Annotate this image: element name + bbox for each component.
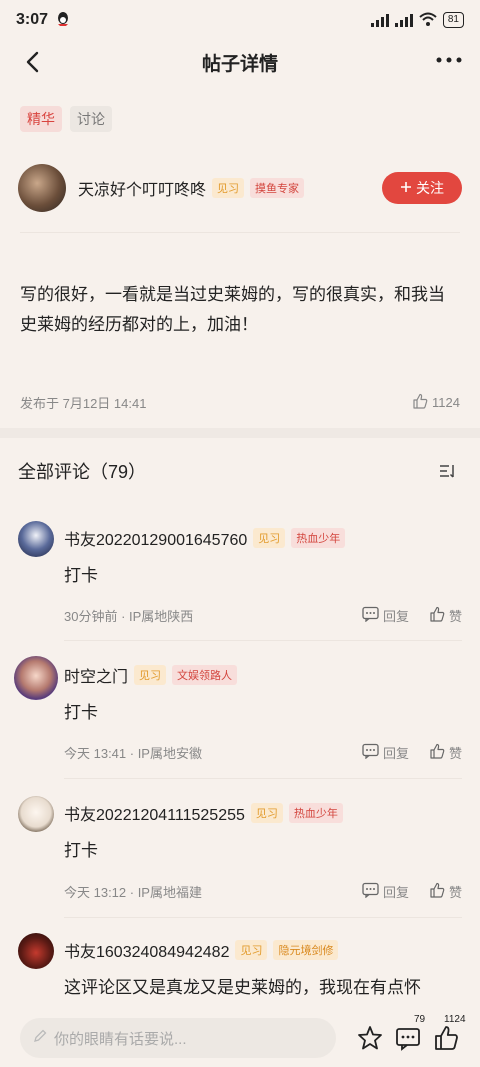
signal-icon (370, 13, 389, 27)
comment-badge-title: 隐元境剑修 (273, 940, 339, 960)
comment-badge-level: 见习 (134, 665, 167, 685)
like-count: 1124 (444, 1014, 466, 1025)
follow-button[interactable]: 关注 (382, 172, 462, 204)
comments-title: 全部评论（79） (18, 462, 147, 482)
reply-icon (362, 882, 379, 901)
post-tags: 精华 讨论 (20, 106, 112, 132)
author-row: 天凉好个叮叮咚咚 见习 摸鱼专家 关注 (18, 164, 462, 212)
tag-taolun[interactable]: 讨论 (70, 106, 112, 132)
post-meta: 发布于 7月12日 14:41 1124 (20, 393, 460, 412)
thumbs-up-icon (412, 393, 428, 412)
comment-avatar[interactable] (18, 933, 54, 969)
thumbs-up-icon (429, 743, 445, 762)
comment-avatar[interactable] (18, 796, 54, 832)
reply-icon (362, 606, 379, 625)
reply-button[interactable]: 回复 (362, 882, 409, 901)
comment-like-button[interactable]: 赞 (429, 743, 462, 762)
tag-jinghua[interactable]: 精华 (20, 106, 62, 132)
like-label: 赞 (448, 746, 462, 761)
star-icon[interactable] (356, 1024, 384, 1052)
comment-item: 书友20220129001645760 见习 热血少年 打卡 30分钟前 · I… (18, 521, 462, 641)
battery-icon: 81 (442, 12, 464, 28)
post-content: 写的很好，一看就是当过史莱姆的，写的很真实，和我当史莱姆的经历都对的上，加油！ (20, 285, 445, 334)
comment-badge-title: 热血少年 (288, 803, 343, 823)
reply-icon (362, 743, 379, 762)
comment-footer: 30分钟前 · IP属地陕西 回复 赞 (64, 606, 462, 625)
comment-item: 书友20221204111525255 见习 热血少年 打卡 今天 13:12 … (18, 796, 462, 918)
comment-separator (64, 917, 462, 918)
comment-count: 79 (414, 1014, 426, 1025)
reply-button[interactable]: 回复 (362, 743, 409, 762)
comment-item: 书友160324084942482 见习 隐元境剑修 这评论区又是真龙又是史莱姆… (18, 933, 462, 1013)
section-divider (0, 428, 480, 438)
comment-separator (64, 778, 462, 779)
comment-avatar[interactable] (14, 656, 58, 700)
more-icon[interactable] (436, 50, 462, 73)
comment-meta: 30分钟前 · IP属地陕西 (64, 609, 194, 624)
comment-meta: 今天 13:12 · IP属地福建 (64, 885, 202, 900)
comment-text: 这评论区又是真龙又是史莱姆的，我现在有点怀 (64, 978, 421, 997)
author-avatar[interactable] (18, 164, 66, 212)
comment-like-button[interactable]: 赞 (429, 882, 462, 901)
follow-label: 关注 (416, 180, 444, 196)
thumbs-up-icon[interactable] (432, 1024, 460, 1052)
comment-text: 打卡 (64, 841, 98, 860)
comment-header: 书友160324084942482 见习 隐元境剑修 (64, 938, 339, 962)
comment-author[interactable]: 书友160324084942482 (64, 938, 229, 962)
reply-label: 回复 (382, 746, 409, 761)
comment-icon[interactable] (394, 1024, 422, 1052)
comment-header: 时空之门 见习 文娱领路人 (64, 663, 238, 687)
status-time: 3:07 (16, 11, 49, 28)
page-title: 帖子详情 (201, 53, 278, 75)
comment-footer: 今天 13:12 · IP属地福建 回复 赞 (64, 882, 462, 901)
reply-button[interactable]: 回复 (362, 606, 409, 625)
like-label: 赞 (448, 885, 462, 900)
author-name[interactable]: 天凉好个叮叮咚咚 (78, 176, 206, 200)
bottom-bar: 你的眼睛有话要说... 79 1124 (0, 1010, 480, 1067)
post-date: 发布于 7月12日 14:41 (20, 396, 147, 411)
plus-icon (400, 180, 412, 196)
thumbs-up-icon (429, 882, 445, 901)
comment-header: 书友20221204111525255 见习 热血少年 (64, 801, 343, 825)
comment-badge-title: 热血少年 (291, 528, 346, 548)
top-header: 帖子详情 (0, 40, 480, 84)
status-bar: 3:07 81 (0, 0, 480, 40)
signal-icon-2 (394, 13, 413, 27)
reply-label: 回复 (382, 609, 409, 624)
comment-input[interactable]: 你的眼睛有话要说... (20, 1018, 336, 1058)
comment-badge-level: 见习 (253, 528, 286, 548)
author-badge-title: 摸鱼专家 (250, 178, 305, 198)
reply-label: 回复 (382, 885, 409, 900)
status-right: 81 (370, 12, 464, 29)
comment-badge-level: 见习 (235, 940, 268, 960)
divider (20, 232, 460, 233)
comment-author[interactable]: 时空之门 (64, 663, 128, 687)
post-like-count: 1124 (432, 395, 460, 410)
comment-like-button[interactable]: 赞 (429, 606, 462, 625)
comment-header: 书友20220129001645760 见习 热血少年 (64, 526, 346, 550)
comment-author[interactable]: 书友20221204111525255 (64, 801, 245, 825)
comment-badge-title: 文娱领路人 (172, 665, 238, 685)
comment-text: 打卡 (64, 703, 98, 722)
comment-text: 打卡 (64, 566, 98, 585)
post-like-button[interactable]: 1124 (412, 393, 460, 412)
sort-icon[interactable] (438, 461, 458, 481)
comment-badge-level: 见习 (250, 803, 283, 823)
comment-item: 时空之门 见习 文娱领路人 打卡 今天 13:41 · IP属地安徽 回复 赞 (14, 656, 462, 779)
thumbs-up-icon (429, 606, 445, 625)
comment-separator (64, 640, 462, 641)
comment-author[interactable]: 书友20220129001645760 (64, 526, 247, 550)
comment-input-placeholder: 你的眼睛有话要说... (54, 1030, 187, 1048)
qq-icon (56, 11, 70, 30)
back-icon[interactable] (20, 48, 48, 76)
pencil-icon (32, 1028, 48, 1048)
wifi-icon (419, 12, 437, 29)
comment-meta: 今天 13:41 · IP属地安徽 (64, 746, 202, 761)
like-label: 赞 (448, 609, 462, 624)
comment-avatar[interactable] (18, 521, 54, 557)
author-badge-level: 见习 (212, 178, 245, 198)
comment-footer: 今天 13:41 · IP属地安徽 回复 赞 (64, 743, 462, 762)
